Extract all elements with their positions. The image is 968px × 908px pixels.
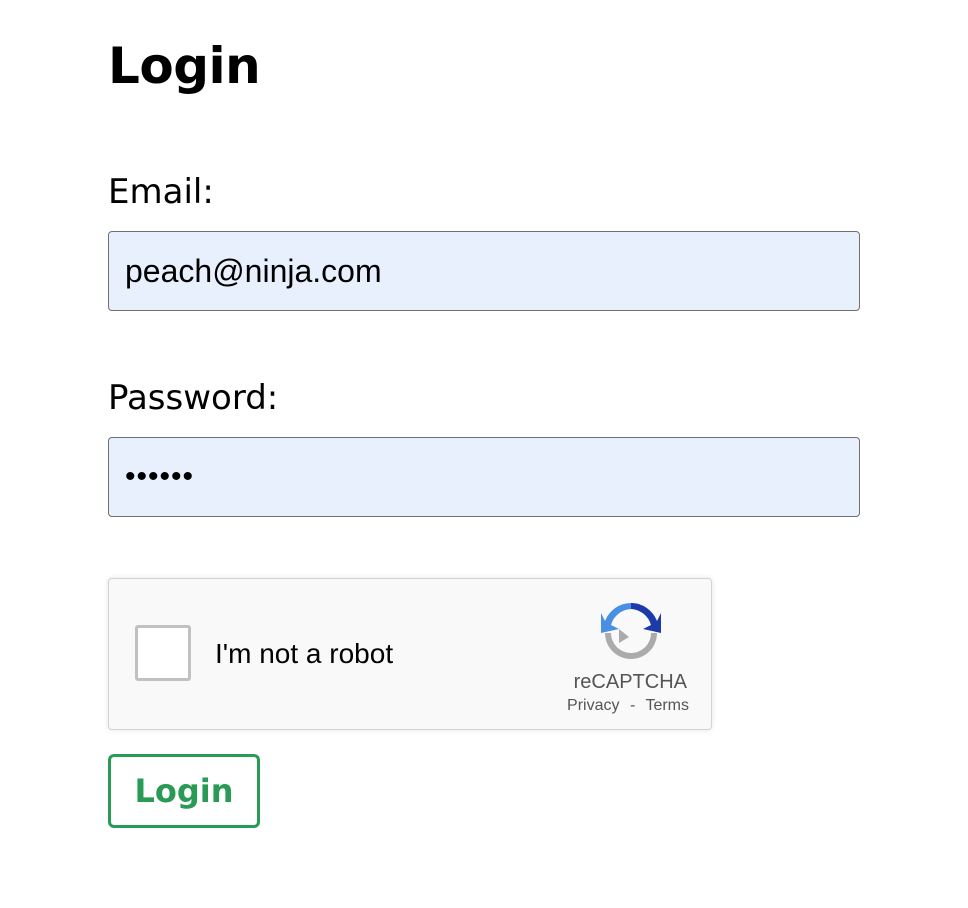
password-value: •••••• [125,460,195,493]
link-separator: - [629,697,636,714]
privacy-link[interactable]: Privacy [567,697,619,714]
terms-link[interactable]: Terms [645,697,689,714]
recaptcha-label: I'm not a robot [215,638,394,669]
recaptcha-brand: reCAPTCHA [573,671,687,693]
recaptcha-checkbox[interactable] [135,625,191,681]
email-label: Email: [108,172,214,212]
password-field[interactable]: •••••• [108,437,860,517]
email-field[interactable]: peach@ninja.com [108,231,860,311]
email-value: peach@ninja.com [125,252,382,289]
recaptcha-links: Privacy - Terms [567,697,689,715]
page-title: Login [108,37,261,95]
login-button[interactable]: Login [108,754,260,828]
recaptcha-widget: I'm not a robot reCAPTCHA Privacy - Term… [108,578,712,730]
recaptcha-logo-icon [601,603,661,659]
password-label: Password: [108,378,279,418]
